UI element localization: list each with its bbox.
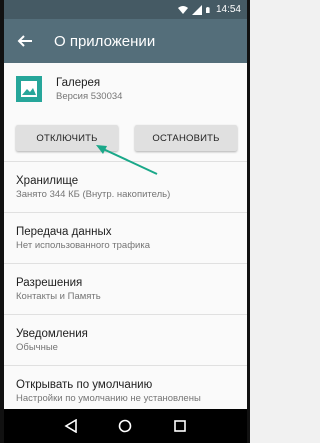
page-title: О приложении bbox=[54, 32, 156, 50]
app-header: Галерея Версия 530034 bbox=[4, 63, 247, 115]
gallery-app-icon bbox=[16, 76, 42, 102]
item-subtitle: Контакты и Память bbox=[16, 290, 101, 302]
back-button[interactable] bbox=[14, 30, 36, 52]
navigation-bar bbox=[4, 409, 247, 443]
item-subtitle: Настройки по умолчанию не установлены bbox=[16, 392, 201, 404]
nav-home-icon[interactable] bbox=[118, 419, 132, 433]
app-version: Версия 530034 bbox=[56, 90, 123, 102]
screen: 14:54 О приложении Галерея Версия 530034 bbox=[4, 0, 247, 443]
signal-icon bbox=[191, 4, 202, 15]
status-time: 14:54 bbox=[215, 4, 241, 15]
nav-back-icon[interactable] bbox=[64, 419, 78, 433]
item-subtitle: Занято 344 КБ (Внутр. накопитель) bbox=[16, 188, 171, 200]
wifi-icon bbox=[177, 5, 188, 14]
list-item-storage[interactable]: Хранилище Занято 344 КБ (Внутр. накопите… bbox=[4, 162, 247, 212]
back-arrow-icon bbox=[17, 35, 32, 47]
item-subtitle: Обычные bbox=[16, 341, 58, 353]
list-item-data-usage[interactable]: Передача данных Нет использованного траф… bbox=[4, 213, 247, 263]
item-title: Разрешения bbox=[16, 276, 83, 289]
nav-recents-icon[interactable] bbox=[173, 419, 187, 433]
disable-button[interactable]: ОТКЛЮЧИТЬ bbox=[16, 125, 118, 151]
item-title: Хранилище bbox=[16, 174, 79, 187]
list-item-permissions[interactable]: Разрешения Контакты и Память bbox=[4, 264, 247, 314]
battery-icon bbox=[205, 6, 210, 13]
app-bar: О приложении bbox=[4, 19, 247, 63]
app-name: Галерея bbox=[56, 76, 101, 89]
app-info: Галерея Версия 530034 bbox=[56, 77, 122, 102]
list-item-notifications[interactable]: Уведомления Обычные bbox=[4, 315, 247, 365]
phone-frame: 14:54 О приложении Галерея Версия 530034 bbox=[0, 0, 250, 443]
item-title: Открывать по умолчанию bbox=[16, 378, 153, 391]
stop-button[interactable]: ОСТАНОВИТЬ bbox=[135, 125, 237, 151]
item-title: Уведомления bbox=[16, 327, 88, 340]
item-subtitle: Нет использованного трафика bbox=[16, 239, 150, 251]
status-bar: 14:54 bbox=[4, 0, 247, 19]
item-title: Передача данных bbox=[16, 225, 112, 238]
action-buttons: ОТКЛЮЧИТЬ ОСТАНОВИТЬ bbox=[4, 115, 247, 161]
